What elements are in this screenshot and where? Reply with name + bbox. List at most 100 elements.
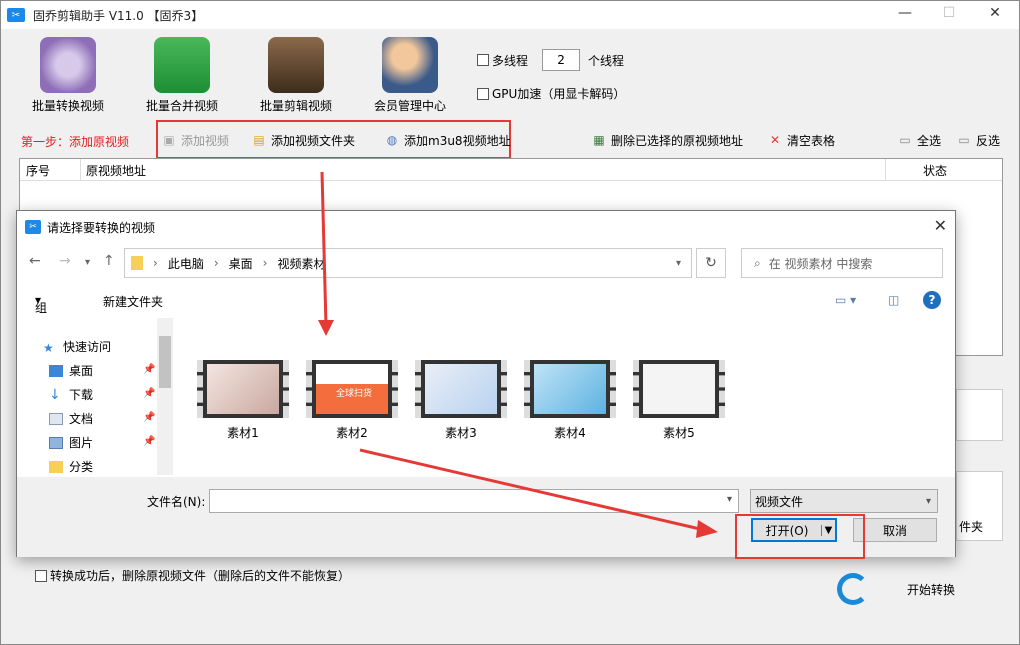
- pictures-icon: [49, 436, 63, 449]
- up-arrow-icon[interactable]: ↑: [103, 253, 115, 269]
- delete-selected-button[interactable]: ▦ 删除已选择的原视频地址: [592, 131, 743, 149]
- member-center-label: 会员管理中心: [373, 99, 446, 113]
- pin-icon[interactable]: 📌: [143, 388, 155, 399]
- select-all-label: 全选: [917, 133, 942, 148]
- thread-count-input[interactable]: 2: [542, 49, 581, 71]
- pin-icon[interactable]: 📌: [143, 412, 155, 423]
- refresh-icon[interactable]: ↻: [696, 248, 726, 278]
- file-item[interactable]: 素材5: [633, 360, 725, 441]
- members-icon: [382, 37, 438, 93]
- filename-input[interactable]: ▾: [209, 489, 739, 513]
- recent-chevron-icon[interactable]: ▾: [85, 257, 90, 268]
- organize-button[interactable]: 组织 ▾: [35, 293, 47, 332]
- filename-dropdown-icon[interactable]: ▾: [727, 494, 732, 505]
- nav-scroll-thumb[interactable]: [159, 336, 171, 388]
- film-clip-icon: [268, 37, 324, 93]
- crumb-folder[interactable]: 视频素材: [277, 255, 325, 272]
- batch-convert-label: 批量转换视频: [31, 99, 104, 113]
- multithread-option[interactable]: 多线程 2 个线程: [477, 49, 624, 71]
- window-title: 固乔剪辑助手 V11.0 【固乔3】: [33, 8, 204, 23]
- delete-after-option[interactable]: 转换成功后，删除原视频文件（删除后的文件不能恢复）: [35, 567, 350, 584]
- address-dropdown-icon[interactable]: ▾: [676, 258, 681, 269]
- file-name: 素材1: [227, 426, 259, 440]
- new-folder-button[interactable]: 新建文件夹: [103, 293, 163, 310]
- file-item[interactable]: 素材4: [524, 360, 616, 441]
- dialog-nav-bar: ← → ▾ ↑ › 此电脑 › 桌面 › 视频素材 ▾ ↻ ⌕ 在 视频素材 中…: [17, 247, 955, 279]
- invert-button[interactable]: ▭ 反选: [957, 131, 1000, 149]
- batch-merge-label: 批量合并视频: [145, 99, 218, 113]
- file-item[interactable]: 全球扫货 素材2: [306, 360, 398, 441]
- file-name: 素材2: [336, 426, 368, 440]
- gpu-option[interactable]: GPU加速（用显卡解码）: [477, 85, 625, 102]
- search-placeholder: 在 视频素材 中搜索: [768, 256, 873, 271]
- highlight-box-open: [735, 514, 865, 559]
- add-video-button[interactable]: ▣ 添加视频: [162, 131, 229, 149]
- batch-merge-tool[interactable]: 批量合并视频: [127, 37, 237, 114]
- pin-icon[interactable]: 📌: [143, 364, 155, 375]
- table-header: 序号 原视频地址 状态: [20, 159, 1002, 181]
- clear-table-button[interactable]: ✕ 清空表格: [768, 131, 835, 149]
- maximize-button[interactable]: ☐: [929, 5, 969, 21]
- film-reel-icon: [40, 37, 96, 93]
- batch-convert-tool[interactable]: 批量转换视频: [13, 37, 123, 114]
- search-input[interactable]: ⌕ 在 视频素材 中搜索: [741, 248, 943, 278]
- file-name: 素材4: [554, 426, 586, 440]
- delete-after-checkbox[interactable]: [35, 569, 47, 582]
- crumb-pc[interactable]: 此电脑: [168, 255, 204, 272]
- nav-pictures[interactable]: 图片: [49, 434, 93, 451]
- thumb-text: 全球扫货: [336, 389, 373, 399]
- add-m3u8-button[interactable]: ◍ 添加m3u8视频地址: [385, 131, 511, 149]
- crumb-desktop[interactable]: 桌面: [229, 255, 253, 272]
- video-thumbnail-icon: [633, 360, 725, 418]
- folder-icon: [131, 256, 143, 270]
- clear-x-icon: ✕: [769, 133, 781, 147]
- preview-pane-icon[interactable]: ◫: [888, 293, 899, 307]
- nav-pane: ★ 快速访问 桌面 📌 ↓ 下载 📌 文档 📌 图片 📌 分类: [17, 318, 175, 475]
- thread-unit-label: 个线程: [588, 53, 625, 68]
- nav-desktop[interactable]: 桌面: [49, 362, 93, 379]
- minimize-button[interactable]: —: [885, 5, 925, 21]
- add-folder-button[interactable]: ▤ 添加视频文件夹: [252, 131, 355, 149]
- back-arrow-icon[interactable]: ←: [29, 253, 41, 269]
- invert-icon: ▭: [958, 133, 970, 147]
- multithread-checkbox[interactable]: [477, 54, 489, 66]
- clear-table-label: 清空表格: [787, 133, 836, 148]
- filetype-value: 视频文件: [755, 494, 804, 509]
- nav-category[interactable]: 分类: [49, 458, 93, 475]
- side-panel: [956, 389, 1003, 441]
- select-all-button[interactable]: ▭ 全选: [898, 131, 941, 149]
- nav-scrollbar[interactable]: [157, 318, 173, 475]
- folder-add-icon: ▤: [253, 133, 265, 147]
- address-bar[interactable]: › 此电脑 › 桌面 › 视频素材 ▾: [124, 248, 692, 278]
- video-thumbnail-icon: [197, 360, 289, 418]
- batch-clip-tool[interactable]: 批量剪辑视频: [241, 37, 351, 114]
- file-item[interactable]: 素材1: [197, 360, 289, 441]
- start-icon: [837, 573, 869, 605]
- cancel-label: 取消: [882, 523, 907, 538]
- close-button[interactable]: ✕: [975, 5, 1015, 21]
- col-status: 状态: [923, 164, 948, 178]
- dialog-close-icon[interactable]: ✕: [934, 216, 947, 235]
- help-icon[interactable]: ?: [923, 291, 941, 309]
- file-item[interactable]: 素材3: [415, 360, 507, 441]
- start-label: 开始转换: [907, 582, 956, 597]
- cancel-button[interactable]: 取消: [853, 518, 937, 542]
- member-center-tool[interactable]: 会员管理中心: [355, 37, 465, 114]
- start-convert-button[interactable]: 开始转换: [837, 573, 955, 605]
- link-icon: ◍: [386, 133, 398, 147]
- select-all-icon: ▭: [899, 133, 911, 147]
- pin-icon[interactable]: 📌: [143, 436, 155, 447]
- nav-documents[interactable]: 文档: [49, 410, 93, 427]
- nav-quick-access[interactable]: ★ 快速访问: [43, 338, 111, 355]
- batch-clip-label: 批量剪辑视频: [259, 99, 332, 113]
- title-bar: ✂ 固乔剪辑助手 V11.0 【固乔3】 — ☐ ✕: [1, 1, 1019, 29]
- view-icon[interactable]: ▭ ▾: [835, 293, 856, 307]
- forward-arrow-icon[interactable]: →: [59, 253, 71, 269]
- nav-downloads[interactable]: ↓ 下载: [49, 386, 93, 403]
- app-logo-icon: ✂: [7, 8, 25, 22]
- multithread-label: 多线程: [492, 53, 529, 68]
- dialog-title: 请选择要转换的视频: [47, 220, 156, 235]
- dialog-title-bar: ✂ 请选择要转换的视频 ✕: [17, 211, 955, 243]
- gpu-checkbox[interactable]: [477, 87, 489, 100]
- filetype-select[interactable]: 视频文件 ▾: [750, 489, 938, 513]
